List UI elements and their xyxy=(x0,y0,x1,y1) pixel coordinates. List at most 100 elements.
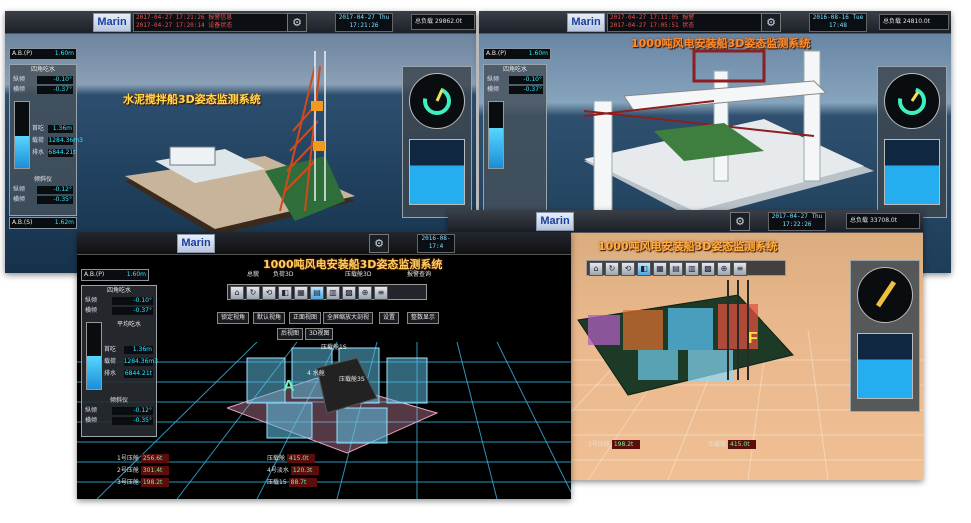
menu-default-view[interactable]: 默认视角 xyxy=(253,312,286,324)
lock-view-icon[interactable]: ⌂ xyxy=(589,262,603,276)
draft-panel: 四角吃水 纵倾 -0.10° 横倾 -0.37° 首吃 1.36m 载荷 1284.36… xyxy=(9,64,83,216)
side-view-icon[interactable]: ▦ xyxy=(294,286,308,300)
row-label: 纵倾 xyxy=(85,297,98,304)
tank-label: 压载舱3S xyxy=(339,376,365,383)
chart-icon[interactable]: ▥ xyxy=(326,286,340,300)
cell-label: 3号压舱 xyxy=(117,479,139,486)
grid-icon[interactable]: ▩ xyxy=(342,286,356,300)
brand-logo: Marin xyxy=(567,13,605,32)
top-view-icon[interactable]: ▤ xyxy=(669,262,683,276)
lock-view-icon[interactable]: ⌂ xyxy=(230,286,244,300)
level-gauge xyxy=(884,139,940,205)
rotate-icon[interactable]: ↻ xyxy=(605,262,619,276)
stat-label: A.B.(S) xyxy=(12,219,33,226)
settings-icon[interactable]: ⚙ xyxy=(730,212,750,231)
side-view-icon[interactable]: ▦ xyxy=(653,262,667,276)
menu-lock-view[interactable]: 锁定视角 xyxy=(217,312,250,324)
tank-label: 4 水舱 xyxy=(307,370,325,377)
alarm-log[interactable]: 2017-04-27 17:21:26 报警信息 2017-04-27 17:2… xyxy=(133,13,289,32)
stat-value: 1.60m xyxy=(126,271,146,278)
rotate-icon[interactable]: ↻ xyxy=(246,286,260,300)
zoom-icon[interactable]: ⊕ xyxy=(358,286,372,300)
log-line: 2017-04-27 17:21:26 报警信息 xyxy=(136,14,233,21)
row-label: 横倾 xyxy=(487,86,500,93)
log-line: 2017-04-27 17:20:14 设备状态 xyxy=(136,22,233,29)
cell-value: 415.0t xyxy=(287,454,316,463)
brand-logo: Marin xyxy=(536,212,574,231)
reset-view-icon[interactable]: ⟲ xyxy=(262,286,276,300)
row-value: -0.12° xyxy=(37,186,73,194)
menu-settings[interactable]: 设置 xyxy=(379,312,400,324)
row-label: 载荷 xyxy=(32,137,45,144)
row-label: 横倾 xyxy=(85,417,98,424)
nav-alarm-query[interactable]: 报警查询 xyxy=(407,269,431,278)
stat-label: A.B.(P) xyxy=(84,271,105,278)
cell-label: 1号压舱 xyxy=(117,455,139,462)
settings-icon[interactable]: ⚙ xyxy=(761,13,781,32)
level-gauge xyxy=(409,139,465,205)
panel-title: 四角吃水 xyxy=(106,287,131,294)
compass-icon xyxy=(898,87,926,115)
list-icon[interactable]: ≡ xyxy=(733,262,747,276)
settings-icon[interactable]: ⚙ xyxy=(287,13,307,32)
stat-ab-p: A.B.(P) 1.60m xyxy=(9,48,77,60)
clock-date: 2017-04-27 Thu xyxy=(338,14,390,21)
row-label: 纵倾 xyxy=(13,186,26,193)
menu-zoom-section[interactable]: 全屏缩放大剖视 xyxy=(323,312,374,324)
total-value: 24810.0t xyxy=(902,18,931,25)
nav-ballast-3d[interactable]: 压载舱3D xyxy=(345,269,371,278)
zoom-icon[interactable]: ⊕ xyxy=(717,262,731,276)
grid-icon[interactable]: ▩ xyxy=(701,262,715,276)
total-label: 总负载 xyxy=(883,18,902,25)
cell-label: 压载舱 xyxy=(708,441,727,448)
row-label: 载荷 xyxy=(104,358,117,365)
chart-icon[interactable]: ▥ xyxy=(685,262,699,276)
hull-marker-a: A xyxy=(283,378,295,395)
menu-integer-display[interactable]: 整数显示 xyxy=(407,312,440,324)
menu-front-view[interactable]: 正面视图 xyxy=(289,312,322,324)
inclinometer-title: 倾斜仪 xyxy=(109,397,128,404)
nav-overview[interactable]: 总貌 xyxy=(247,269,259,278)
stat-value: 1.60m xyxy=(528,50,548,57)
row-label: 排水 xyxy=(32,149,45,156)
attitude-panel xyxy=(877,66,947,218)
row-value: 1.36m xyxy=(123,346,153,354)
row-displacement: 排水 6844.21t xyxy=(32,149,76,157)
total-load: 总负载 24810.0t xyxy=(879,14,949,30)
table-cell: 2号压舱301.4t xyxy=(117,466,169,475)
cell-label: 4号淡水 xyxy=(267,467,289,474)
cell-value: 198.2t xyxy=(140,478,169,487)
settings-icon[interactable]: ⚙ xyxy=(369,234,389,253)
clock-time: 17:48 xyxy=(828,22,848,29)
hull-3d-model xyxy=(577,280,794,396)
table-cell: 压载15 88.7t xyxy=(267,478,317,487)
row-value: 6844.21t xyxy=(48,149,76,157)
clock-date: 2017-04-27 Thu xyxy=(771,213,823,220)
row-value: -0.37° xyxy=(112,307,153,315)
front-view-icon[interactable]: ◧ xyxy=(637,262,651,276)
top-view-icon[interactable]: ▤ xyxy=(310,286,324,300)
front-view-icon[interactable]: ◧ xyxy=(278,286,292,300)
heading-dial xyxy=(409,73,465,129)
table-cell: 压载舱 415.0t xyxy=(267,454,316,463)
stat-label: A.B.(P) xyxy=(486,50,507,57)
row-heel: 横倾 -0.37° xyxy=(487,86,543,94)
row-label: 纵倾 xyxy=(13,76,26,83)
nav-load-3d[interactable]: 负荷3D xyxy=(273,269,293,278)
clock: 2016-08- 17:4 xyxy=(417,234,455,253)
list-icon[interactable]: ≡ xyxy=(374,286,388,300)
cement-ship-model xyxy=(125,51,355,236)
tank-label: 压载舱1S xyxy=(321,344,347,351)
clock-date: 2016-08-16 Tue xyxy=(812,14,864,21)
table-cell: 1号压舱256.6t xyxy=(117,454,169,463)
view-toolbar: ⌂ ↻ ⟲ ◧ ▦ ▤ ▥ ▩ ⊕ ≡ xyxy=(586,260,786,276)
total-label: 总负载 xyxy=(850,217,869,224)
draft-tank-gauge xyxy=(14,101,30,169)
row-label: 首吃 xyxy=(104,346,117,353)
cell-value: 88.7t xyxy=(288,478,317,487)
alarm-log[interactable]: 2017-04-27 17:11:05 报警 2017-04-27 17:05:… xyxy=(607,13,763,32)
stat-ab-s: A.B.(S) 1.62m xyxy=(9,217,77,229)
reset-view-icon[interactable]: ⟲ xyxy=(621,262,635,276)
row-value: -0.37° xyxy=(37,86,73,94)
row-trim: 纵倾 -0.10° xyxy=(13,76,73,84)
